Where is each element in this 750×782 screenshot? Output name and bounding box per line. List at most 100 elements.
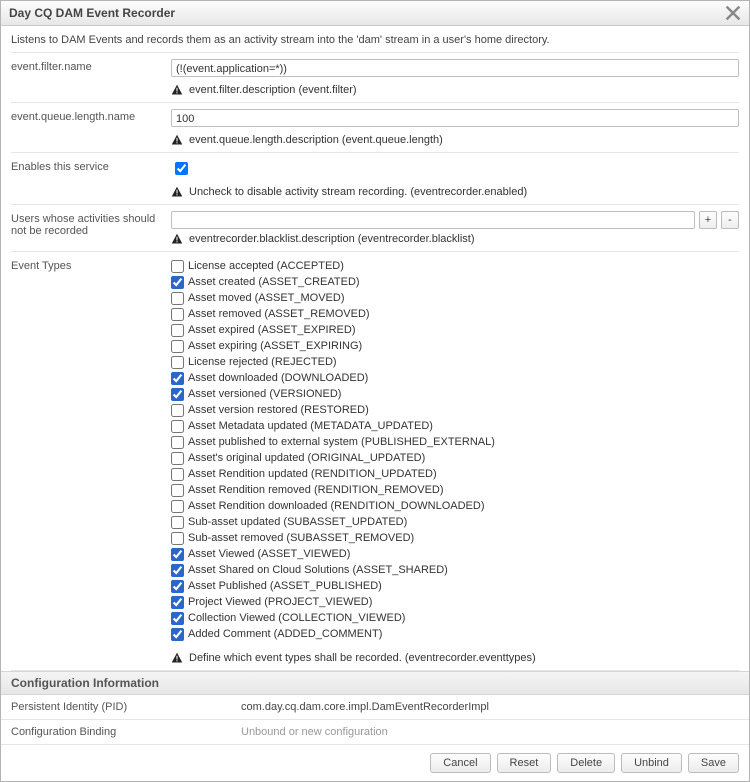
event-type-item[interactable]: Asset Published (ASSET_PUBLISHED) [171, 578, 739, 594]
event-type-label: Sub-asset updated (SUBASSET_UPDATED) [188, 514, 407, 530]
event-type-checkbox[interactable] [171, 372, 184, 385]
event-type-checkbox[interactable] [171, 260, 184, 273]
remove-button[interactable]: - [721, 211, 739, 229]
event-type-label: Asset removed (ASSET_REMOVED) [188, 306, 370, 322]
event-type-checkbox[interactable] [171, 500, 184, 513]
event-type-checkbox[interactable] [171, 324, 184, 337]
row-event-filter: event.filter.name event.filter.descripti… [11, 52, 739, 102]
event-type-checkbox[interactable] [171, 356, 184, 369]
event-type-item[interactable]: Asset Shared on Cloud Solutions (ASSET_S… [171, 562, 739, 578]
hint-blacklist: eventrecorder.blacklist.description (eve… [189, 233, 475, 245]
event-type-checkbox[interactable] [171, 436, 184, 449]
event-type-item[interactable]: License accepted (ACCEPTED) [171, 258, 739, 274]
label-enabled: Enables this service [11, 159, 171, 173]
event-type-checkbox[interactable] [171, 292, 184, 305]
event-type-checkbox[interactable] [171, 420, 184, 433]
config-form: event.filter.name event.filter.descripti… [1, 52, 749, 671]
event-type-item[interactable]: Asset version restored (RESTORED) [171, 402, 739, 418]
value-binding: Unbound or new configuration [241, 726, 739, 738]
event-type-item[interactable]: Asset removed (ASSET_REMOVED) [171, 306, 739, 322]
event-type-item[interactable]: Asset Viewed (ASSET_VIEWED) [171, 546, 739, 562]
event-type-checkbox[interactable] [171, 532, 184, 545]
event-type-label: Asset Metadata updated (METADATA_UPDATED… [188, 418, 433, 434]
delete-button[interactable]: Delete [557, 753, 615, 773]
event-type-item[interactable]: Asset versioned (VERSIONED) [171, 386, 739, 402]
event-type-label: Asset published to external system (PUBL… [188, 434, 495, 450]
config-dialog: Day CQ DAM Event Recorder Listens to DAM… [0, 0, 750, 782]
event-type-item[interactable]: Sub-asset updated (SUBASSET_UPDATED) [171, 514, 739, 530]
warning-icon [171, 134, 183, 146]
warning-icon [171, 84, 183, 96]
event-type-item[interactable]: Asset Metadata updated (METADATA_UPDATED… [171, 418, 739, 434]
input-queue-length[interactable] [171, 109, 739, 127]
event-type-checkbox[interactable] [171, 612, 184, 625]
dialog-title: Day CQ DAM Event Recorder [9, 6, 175, 20]
event-type-checkbox[interactable] [171, 596, 184, 609]
event-type-label: Asset Rendition downloaded (RENDITION_DO… [188, 498, 485, 514]
event-type-checkbox[interactable] [171, 468, 184, 481]
event-type-label: Asset version restored (RESTORED) [188, 402, 369, 418]
event-type-item[interactable]: Asset Rendition downloaded (RENDITION_DO… [171, 498, 739, 514]
event-type-item[interactable]: Asset moved (ASSET_MOVED) [171, 290, 739, 306]
input-blacklist[interactable] [171, 211, 695, 229]
cancel-button[interactable]: Cancel [430, 753, 490, 773]
unbind-button[interactable]: Unbind [621, 753, 682, 773]
event-type-checkbox[interactable] [171, 388, 184, 401]
event-type-item[interactable]: Asset Rendition removed (RENDITION_REMOV… [171, 482, 739, 498]
checkbox-enabled[interactable] [175, 162, 188, 175]
event-type-item[interactable]: Sub-asset removed (SUBASSET_REMOVED) [171, 530, 739, 546]
value-pid: com.day.cq.dam.core.impl.DamEventRecorde… [241, 701, 739, 713]
event-type-item[interactable]: Asset created (ASSET_CREATED) [171, 274, 739, 290]
hint-event-filter: event.filter.description (event.filter) [189, 84, 357, 96]
event-type-label: Asset expiring (ASSET_EXPIRING) [188, 338, 362, 354]
label-blacklist: Users whose activities should not be rec… [11, 211, 171, 237]
event-type-label: License accepted (ACCEPTED) [188, 258, 344, 274]
event-type-item[interactable]: Asset published to external system (PUBL… [171, 434, 739, 450]
event-type-checkbox[interactable] [171, 404, 184, 417]
event-type-checkbox[interactable] [171, 628, 184, 641]
hint-queue-length: event.queue.length.description (event.qu… [189, 134, 443, 146]
event-type-checkbox[interactable] [171, 580, 184, 593]
input-event-filter[interactable] [171, 59, 739, 77]
reset-button[interactable]: Reset [497, 753, 552, 773]
event-type-item[interactable]: Project Viewed (PROJECT_VIEWED) [171, 594, 739, 610]
label-pid: Persistent Identity (PID) [11, 701, 241, 713]
add-button[interactable]: + [699, 211, 717, 229]
event-type-item[interactable]: Asset downloaded (DOWNLOADED) [171, 370, 739, 386]
row-pid: Persistent Identity (PID) com.day.cq.dam… [1, 695, 749, 720]
event-type-checkbox[interactable] [171, 276, 184, 289]
row-event-types: Event Types License accepted (ACCEPTED)A… [11, 251, 739, 671]
warning-icon [171, 233, 183, 245]
event-type-checkbox[interactable] [171, 516, 184, 529]
config-info-header: Configuration Information [1, 671, 749, 695]
event-type-label: Project Viewed (PROJECT_VIEWED) [188, 594, 372, 610]
event-type-item[interactable]: Asset Rendition updated (RENDITION_UPDAT… [171, 466, 739, 482]
warning-icon [171, 652, 183, 664]
save-button[interactable]: Save [688, 753, 739, 773]
event-type-item[interactable]: Asset expiring (ASSET_EXPIRING) [171, 338, 739, 354]
event-type-checkbox[interactable] [171, 452, 184, 465]
event-type-checkbox[interactable] [171, 340, 184, 353]
event-type-checkbox[interactable] [171, 564, 184, 577]
event-type-label: Asset Rendition updated (RENDITION_UPDAT… [188, 466, 437, 482]
event-type-checkbox[interactable] [171, 484, 184, 497]
event-type-checkbox[interactable] [171, 548, 184, 561]
close-icon[interactable] [725, 5, 741, 21]
event-type-item[interactable]: Collection Viewed (COLLECTION_VIEWED) [171, 610, 739, 626]
hint-enabled: Uncheck to disable activity stream recor… [189, 186, 527, 198]
event-type-item[interactable]: Asset's original updated (ORIGINAL_UPDAT… [171, 450, 739, 466]
event-type-label: Asset versioned (VERSIONED) [188, 386, 341, 402]
row-queue-length: event.queue.length.name event.queue.leng… [11, 102, 739, 152]
event-type-label: Asset Viewed (ASSET_VIEWED) [188, 546, 350, 562]
event-type-label: Added Comment (ADDED_COMMENT) [188, 626, 382, 642]
event-type-label: Asset moved (ASSET_MOVED) [188, 290, 345, 306]
event-type-label: Collection Viewed (COLLECTION_VIEWED) [188, 610, 405, 626]
label-event-types: Event Types [11, 258, 171, 272]
event-type-item[interactable]: License rejected (REJECTED) [171, 354, 739, 370]
button-bar: Cancel Reset Delete Unbind Save [1, 745, 749, 781]
event-type-label: Asset's original updated (ORIGINAL_UPDAT… [188, 450, 425, 466]
event-type-item[interactable]: Asset expired (ASSET_EXPIRED) [171, 322, 739, 338]
row-blacklist: Users whose activities should not be rec… [11, 204, 739, 251]
event-type-checkbox[interactable] [171, 308, 184, 321]
event-type-item[interactable]: Added Comment (ADDED_COMMENT) [171, 626, 739, 642]
